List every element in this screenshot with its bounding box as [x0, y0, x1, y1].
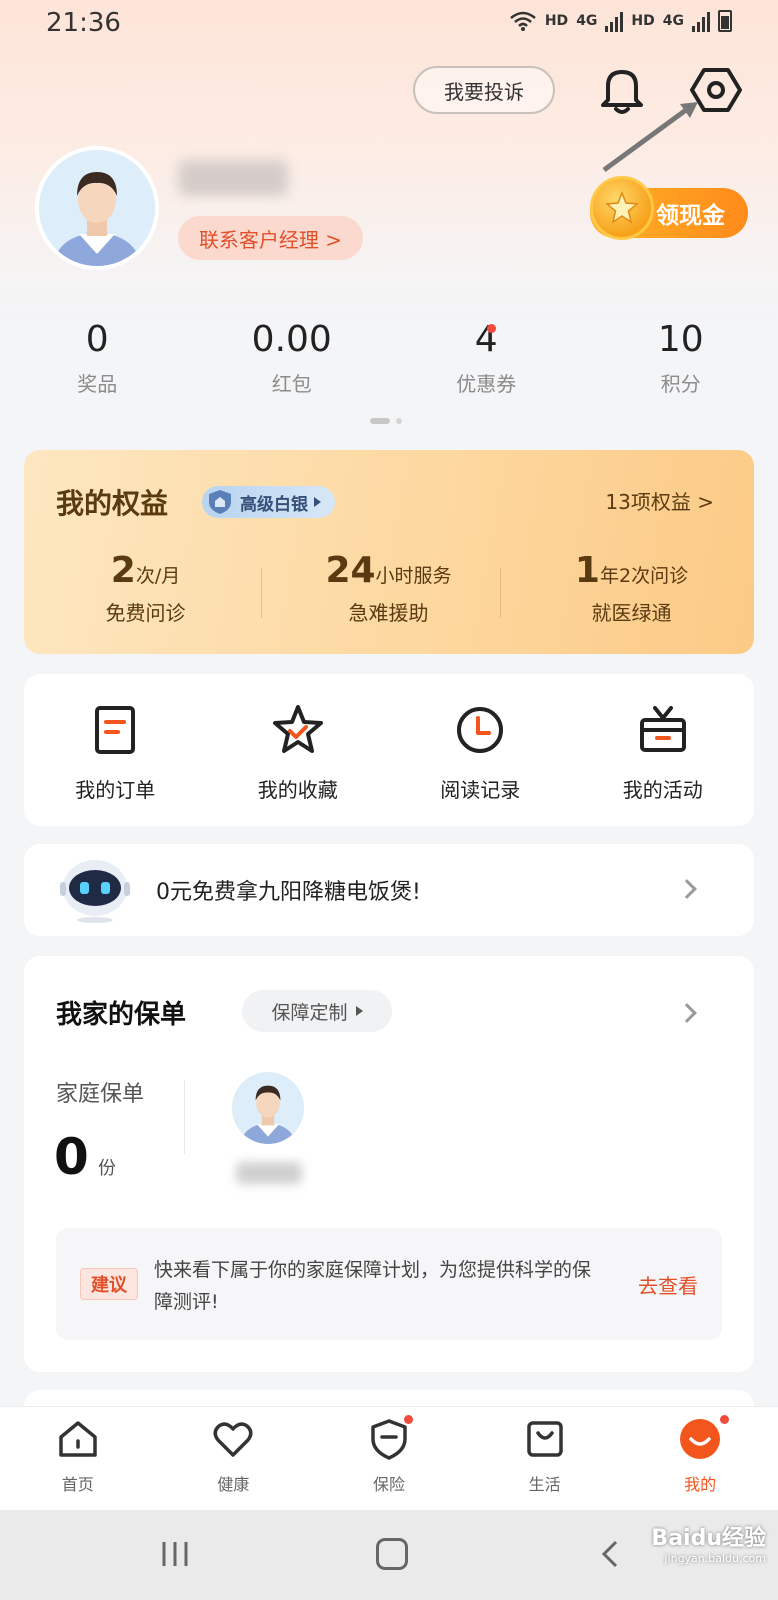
notification-dot	[720, 1415, 730, 1424]
tab-life[interactable]: 生活	[467, 1407, 623, 1510]
promo-text: 0元免费拿九阳降糖电饭煲!	[156, 880, 421, 905]
gift-icon	[639, 706, 686, 752]
robot-icon	[60, 860, 130, 923]
system-navigation-bar: Baidu经验 jingyan.baidu.com	[0, 1510, 778, 1600]
star-icon	[605, 191, 639, 224]
status-icons: HD 4G HD 4G	[509, 10, 732, 32]
benefit-free-consult[interactable]: 2次/月 免费问诊	[24, 550, 267, 626]
promo-banner[interactable]: 0元免费拿九阳降糖电饭煲!	[24, 844, 754, 936]
benefit-emergency-aid[interactable]: 24小时服务 急难援助	[267, 550, 510, 626]
quick-my-orders[interactable]: 我的订单	[24, 702, 207, 826]
stat-points[interactable]: 10 积分	[584, 318, 778, 408]
shield-icon	[209, 490, 231, 514]
suggestion-box[interactable]: 建议 快来看下属于你的家庭保障计划，为您提供科学的保障测评! 去查看	[56, 1228, 722, 1340]
divider	[261, 568, 262, 618]
tab-health[interactable]: 健康	[156, 1407, 312, 1510]
back-icon[interactable]	[600, 1540, 620, 1568]
member-name-blurred	[236, 1162, 302, 1184]
avatar[interactable]	[35, 146, 159, 270]
benefits-title: 我的权益	[56, 487, 169, 520]
divider	[184, 1080, 185, 1154]
network-type-1: HD	[544, 13, 569, 29]
bottom-tab-bar: 首页 健康 保险 生活 我的	[0, 1406, 778, 1510]
smile-icon	[680, 1419, 721, 1459]
bag-icon	[526, 1421, 563, 1457]
order-icon	[95, 706, 136, 754]
status-time: 21:36	[46, 8, 121, 38]
notification-dot	[404, 1415, 414, 1424]
quick-reading-history[interactable]: 阅读记录	[389, 702, 572, 826]
recent-apps-icon[interactable]	[160, 1540, 190, 1568]
tab-mine[interactable]: 我的	[622, 1407, 778, 1510]
family-policy-card: 我家的保单 保障定制 家庭保单 0 份 建议 快来看下属于你的家庭保障计划，为您…	[24, 956, 754, 1372]
chevron-right-icon[interactable]	[677, 1003, 697, 1023]
stats-row: 0 奖品 0.00 红包 4 优惠券 10 积分	[0, 318, 778, 408]
clock-icon	[457, 707, 504, 753]
home-icon	[59, 1421, 97, 1457]
complain-button[interactable]: 我要投诉	[413, 66, 555, 114]
quick-my-favorites[interactable]: 我的收藏	[207, 702, 390, 826]
wifi-icon	[510, 11, 536, 31]
quick-my-activities[interactable]: 我的活动	[572, 702, 755, 826]
battery-icon	[718, 10, 732, 32]
tab-home[interactable]: 首页	[0, 1407, 156, 1510]
view-suggestion-link[interactable]: 去查看	[638, 1270, 698, 1299]
chevron-right-icon	[677, 879, 697, 899]
page-indicator	[370, 418, 402, 424]
family-policy-label: 家庭保单	[56, 1082, 145, 1107]
benefits-count-link[interactable]: 13项权益 >	[605, 486, 714, 515]
policy-unit: 份	[98, 1158, 116, 1179]
level-badge[interactable]: 高级白银	[202, 486, 335, 518]
signal-icon	[605, 10, 624, 32]
custom-protection-button[interactable]: 保障定制	[242, 990, 392, 1032]
signal-type-1: 4G	[576, 13, 598, 29]
signal-icon	[692, 10, 710, 32]
triangle-right-icon	[314, 497, 321, 507]
suggestion-text: 快来看下属于你的家庭保障计划，为您提供科学的保障测评!	[154, 1259, 592, 1313]
quick-actions-card: 我的订单 我的收藏 阅读记录 我的活动	[24, 674, 754, 826]
star-icon	[272, 705, 323, 753]
tab-insurance[interactable]: 保险	[311, 1407, 467, 1510]
signal-type-2: 4G	[662, 13, 684, 29]
username-blurred	[178, 160, 288, 196]
shield-icon	[371, 1419, 407, 1460]
status-bar: 21:36 HD 4G HD 4G	[0, 0, 778, 48]
notification-dot	[487, 324, 496, 333]
contact-manager-button[interactable]: 联系客户经理 >	[178, 216, 363, 260]
policy-count: 0	[54, 1128, 89, 1186]
level-name: 高级白银	[240, 494, 308, 515]
stat-prizes[interactable]: 0 奖品	[0, 318, 195, 408]
benefits-card[interactable]: 我的权益 高级白银 13项权益 > 2次/月 免费问诊 24小时服务 急难援助 …	[24, 450, 754, 654]
benefit-medical-green-channel[interactable]: 1年2次问诊 就医绿通	[510, 550, 753, 626]
avatar-person-icon	[232, 1072, 304, 1144]
stat-coupons[interactable]: 4 优惠券	[389, 318, 584, 408]
stat-red-packets[interactable]: 0.00 红包	[195, 318, 390, 408]
network-type-2: HD	[631, 13, 655, 29]
triangle-right-icon	[355, 1006, 363, 1016]
policy-title: 我家的保单	[56, 1000, 187, 1030]
heart-icon	[213, 1422, 253, 1457]
coin-star-icon[interactable]	[590, 176, 654, 240]
watermark: Baidu经验 jingyan.baidu.com	[651, 1526, 766, 1565]
divider	[500, 568, 501, 618]
arrow-annotation-icon	[602, 102, 698, 173]
avatar-person-icon	[39, 150, 155, 266]
family-member-avatar[interactable]	[232, 1072, 304, 1144]
home-button-icon[interactable]	[376, 1538, 408, 1570]
suggestion-tag: 建议	[80, 1268, 138, 1300]
